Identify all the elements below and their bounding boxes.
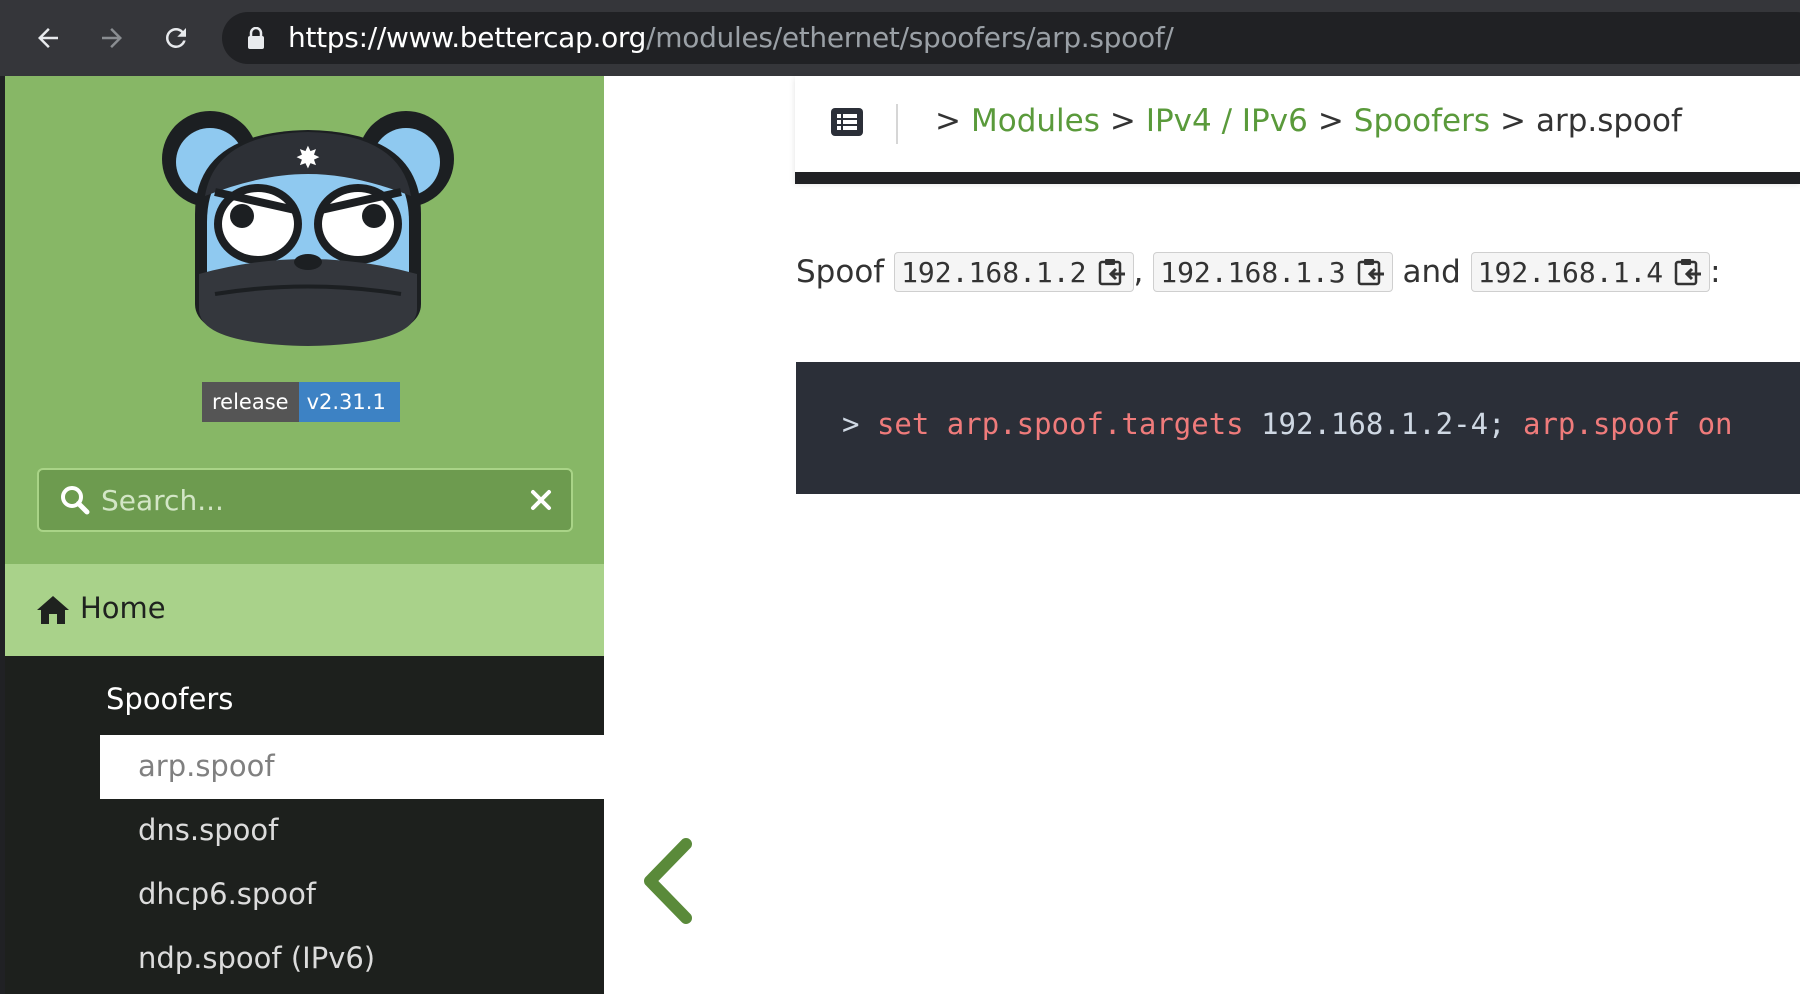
sidebar-header: ✸ release v2.31.1	[5, 76, 604, 564]
back-icon	[38, 28, 58, 48]
ip-text: 192.168.1.3	[1160, 255, 1346, 289]
forward-button[interactable]	[88, 14, 136, 62]
back-button[interactable]	[24, 14, 72, 62]
intro-word: Spoof	[796, 254, 885, 290]
ip-text: 192.168.1.2	[901, 255, 1087, 289]
sidebar-section-spoofers[interactable]: Spoofers	[106, 682, 233, 716]
clipboard-icon[interactable]	[1356, 258, 1386, 286]
reload-icon	[165, 27, 186, 48]
breadcrumb-separator: >	[935, 103, 961, 139]
search-icon	[61, 486, 90, 515]
release-version: v2.31.1	[298, 382, 400, 422]
clipboard-icon[interactable]	[1097, 258, 1127, 286]
ip-code-1: 192.168.1.2	[894, 252, 1134, 292]
code-block[interactable]: > set arp.spoof.targets 192.168.1.2-4; a…	[796, 362, 1800, 494]
search-input[interactable]	[101, 479, 501, 521]
and-word: and	[1402, 254, 1461, 290]
breadcrumb-current: arp.spoof	[1535, 103, 1682, 139]
release-label: release	[202, 382, 299, 422]
sidebar-item-arp-spoof[interactable]: arp.spoof	[100, 735, 604, 799]
code-line: > set arp.spoof.targets 192.168.1.2-4; a…	[842, 407, 1733, 441]
ip-code-2: 192.168.1.3	[1153, 252, 1393, 292]
breadcrumb-separator: >	[1499, 103, 1526, 139]
code-argument: on	[1697, 407, 1733, 441]
intro-paragraph: Spoof 192.168.1.2 , 192.168.1.3 and 192.…	[796, 252, 1721, 292]
sidebar-item-dhcp6-spoof[interactable]: dhcp6.spoof	[100, 863, 604, 927]
home-label: Home	[80, 591, 166, 625]
breadcrumb-bar: > Modules > IPv4 / IPv6 > Spoofers > arp.spoof	[795, 76, 1800, 182]
browser-toolbar: https://www.bettercap.org/modules/ethern…	[0, 0, 1800, 76]
breadcrumb-bar-underline	[795, 172, 1800, 184]
sidebar-item-dns-spoof[interactable]: dns.spoof	[100, 799, 604, 863]
reload-button[interactable]	[152, 14, 200, 62]
breadcrumb-separator: >	[1109, 103, 1136, 139]
clipboard-icon[interactable]	[1673, 258, 1703, 286]
code-prompt: >	[842, 407, 860, 441]
breadcrumb-ipv4-ipv6[interactable]: IPv4 / IPv6	[1146, 103, 1308, 139]
breadcrumb-separator: >	[1317, 103, 1344, 139]
address-bar[interactable]: https://www.bettercap.org/modules/ethern…	[222, 12, 1800, 64]
code-value: 192.168.1.2-4;	[1261, 407, 1506, 441]
colon: :	[1710, 254, 1721, 290]
code-argument: arp.spoof.targets	[946, 407, 1244, 441]
search-box	[37, 468, 573, 532]
release-badge[interactable]: release v2.31.1	[202, 382, 400, 422]
ip-text: 192.168.1.4	[1477, 255, 1664, 289]
chevron-left-icon[interactable]	[638, 838, 698, 924]
comma: ,	[1133, 254, 1144, 290]
breadcrumb: > Modules > IPv4 / IPv6 > Spoofers > arp.spoof	[935, 103, 1682, 139]
home-icon	[37, 596, 69, 624]
breadcrumb-modules[interactable]: Modules	[971, 103, 1100, 139]
url-host: https://www.bettercap.org	[288, 21, 647, 54]
close-icon[interactable]	[529, 488, 553, 512]
lock-icon	[248, 27, 264, 49]
url-text: https://www.bettercap.org/modules/ethern…	[288, 21, 1174, 54]
breadcrumb-divider	[896, 104, 898, 144]
bettercap-logo[interactable]: ✸	[155, 104, 461, 349]
url-path: /modules/ethernet/spoofers/arp.spoof/	[646, 21, 1174, 54]
forward-icon	[102, 28, 122, 48]
list-icon[interactable]	[831, 108, 863, 136]
sidebar-item-ndp-spoof[interactable]: ndp.spoof (IPv6)	[100, 927, 604, 991]
sidebar: ✸ release v2.31.1 Home Spoofe	[5, 76, 604, 994]
sidebar-item-home[interactable]: Home	[5, 564, 604, 656]
ip-code-3: 192.168.1.4	[1470, 252, 1711, 292]
breadcrumb-spoofers[interactable]: Spoofers	[1354, 103, 1490, 139]
svg-text:✸: ✸	[295, 141, 320, 176]
code-keyword: set	[876, 407, 930, 441]
code-keyword: arp.spoof	[1522, 407, 1681, 441]
